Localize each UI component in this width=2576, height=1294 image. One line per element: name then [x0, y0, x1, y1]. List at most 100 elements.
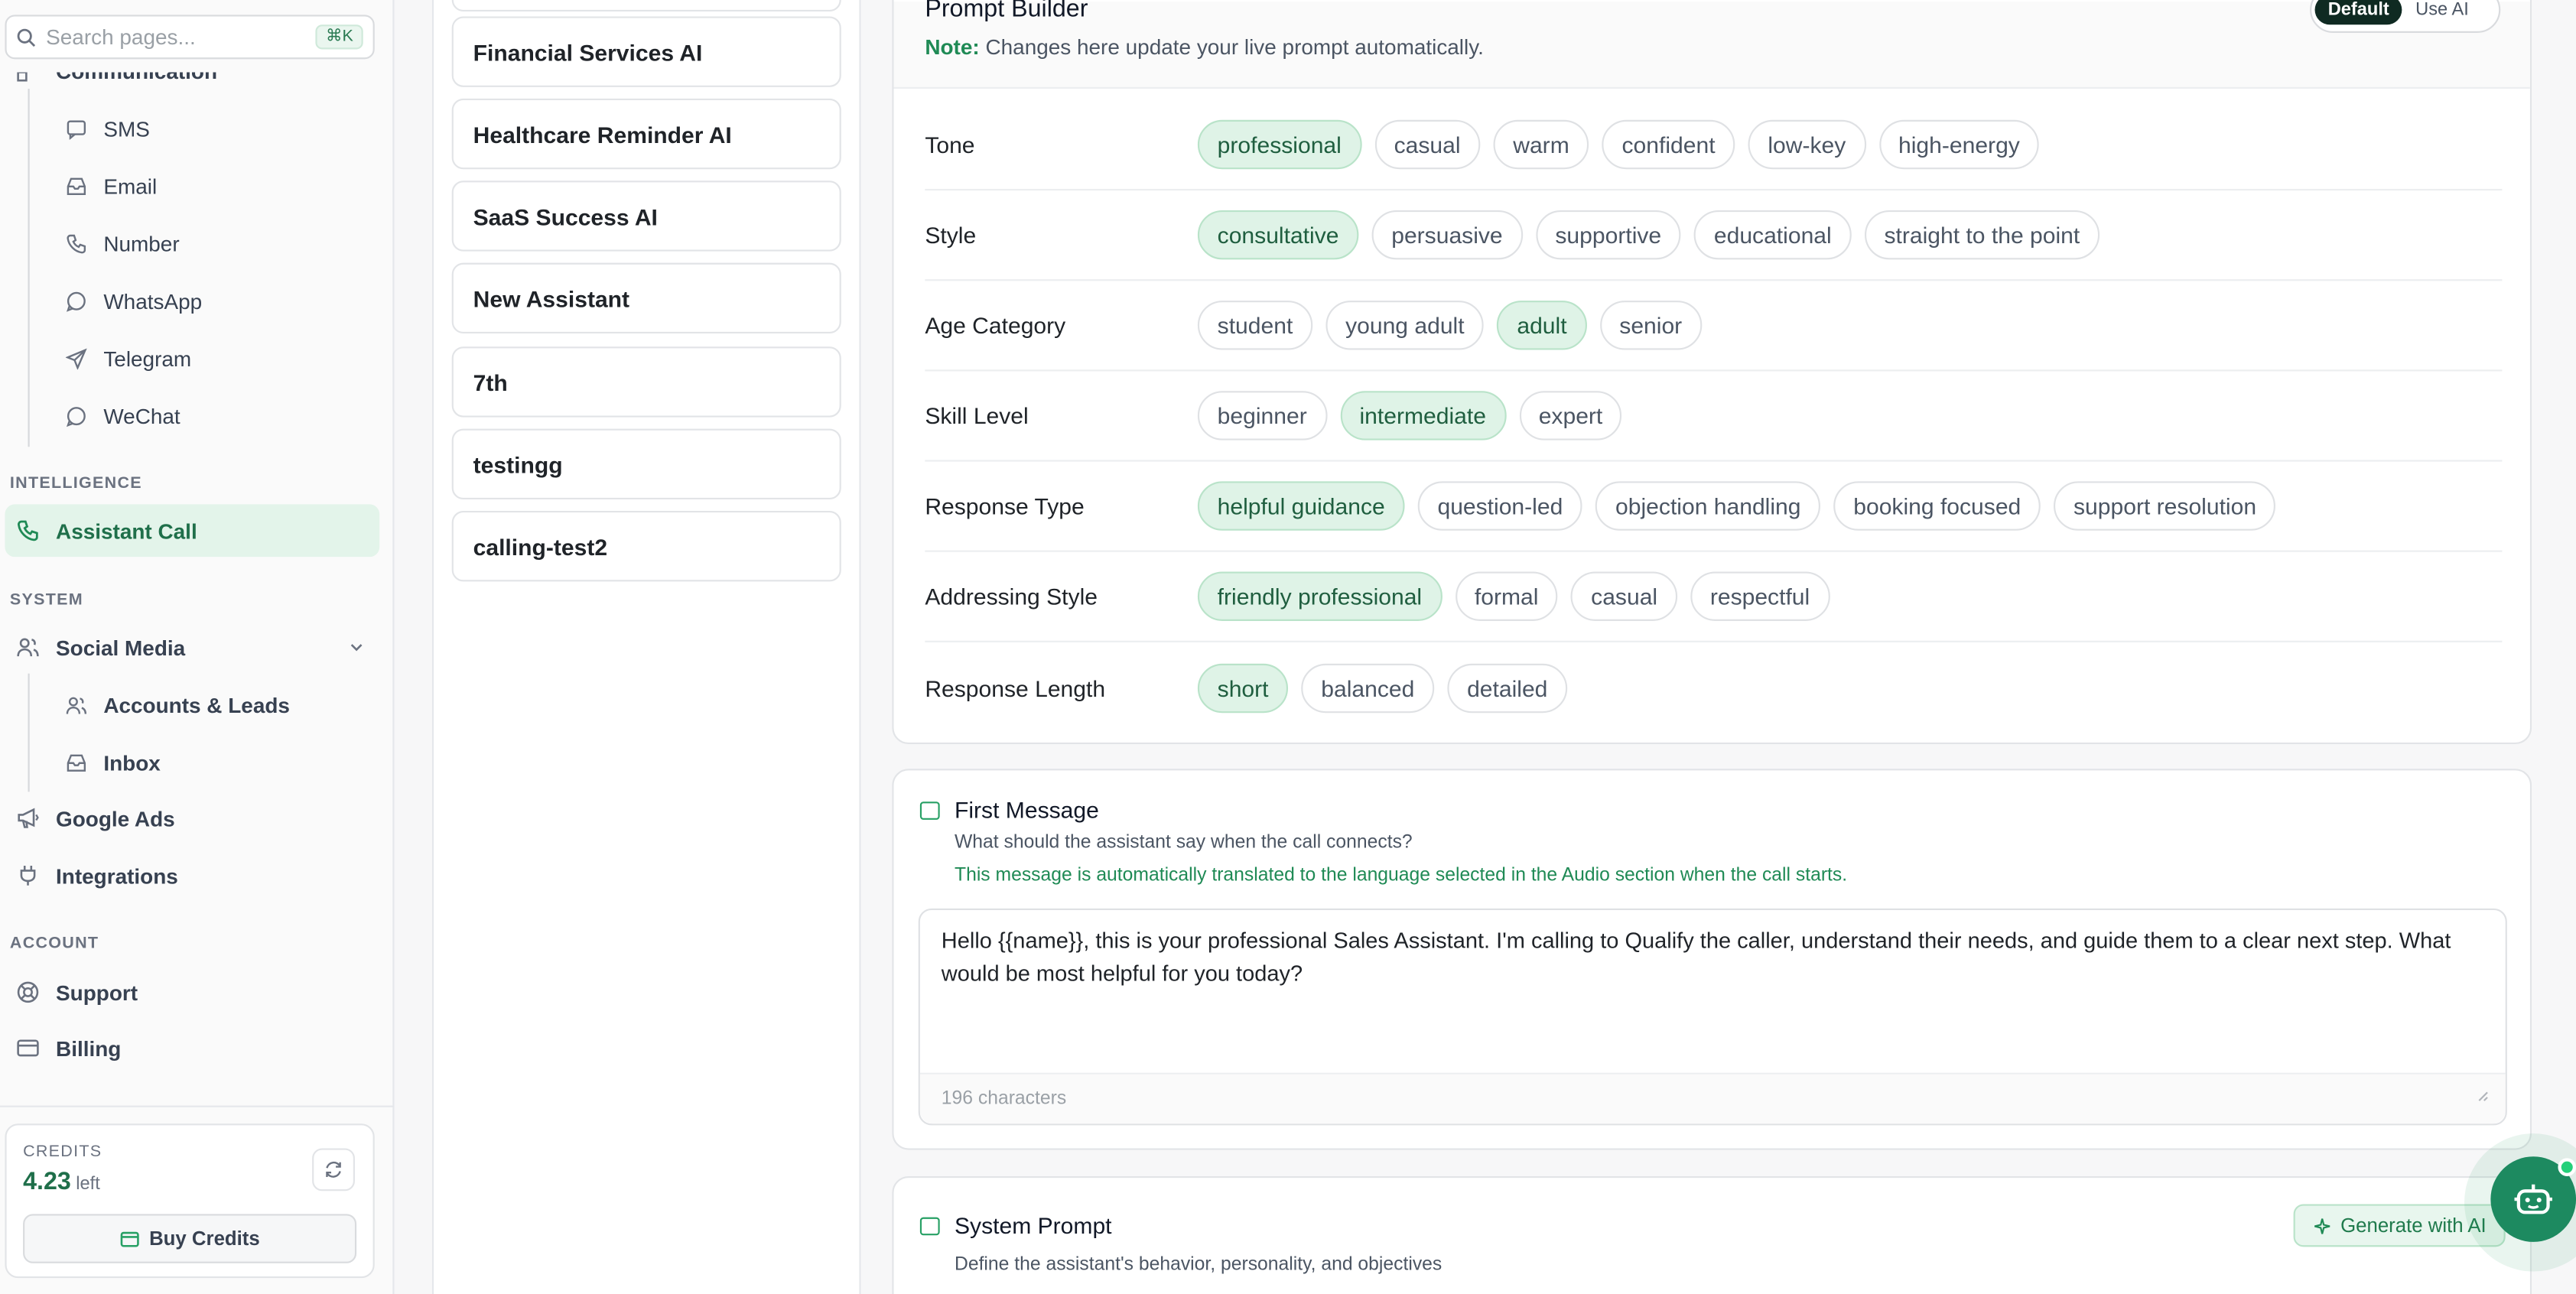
message-icon [919, 801, 940, 820]
option-chip[interactable]: supportive [1535, 210, 1681, 260]
prompt-builder-header: Prompt Builder Note: Changes here update… [893, 0, 2530, 89]
sidebar-item-sms[interactable]: SMS [66, 103, 150, 152]
users-icon [66, 694, 87, 716]
option-chip[interactable]: adult [1497, 301, 1587, 350]
search-input[interactable]: Search pages... ⌘K [5, 15, 375, 60]
option-chip[interactable]: support resolution [2054, 481, 2276, 531]
sidebar-item-label: Billing [56, 1036, 122, 1061]
option-chip[interactable]: respectful [1690, 571, 1830, 621]
option-chips: student young adult adult senior [1197, 301, 1702, 350]
sidebar-item-label: Assistant Call [56, 518, 197, 543]
option-chip[interactable]: professional [1197, 119, 1361, 170]
sidebar-item-wechat[interactable]: WeChat [66, 391, 181, 440]
credits-suffix: left [76, 1174, 100, 1195]
refresh-icon [324, 1159, 343, 1179]
section-label-system: SYSTEM [9, 591, 83, 610]
option-chip[interactable]: low-key [1748, 119, 1866, 170]
assistant-card[interactable]: SaaS Success AI [451, 180, 841, 252]
character-count: 196 characters [919, 1072, 2506, 1124]
sidebar-item-label: Number [103, 230, 180, 256]
refresh-button[interactable] [312, 1148, 355, 1192]
option-chip[interactable]: formal [1455, 571, 1559, 621]
option-chip[interactable]: senior [1599, 301, 1702, 350]
sidebar-item-telegram[interactable]: Telegram [65, 333, 191, 382]
megaphone-icon [16, 807, 39, 830]
credits-amount: 4.23 [23, 1168, 71, 1196]
resize-handle-icon[interactable] [2477, 1091, 2489, 1102]
option-chip[interactable]: friendly professional [1197, 571, 1442, 621]
sidebar-item-assistant-call[interactable]: Assistant Call [16, 506, 197, 555]
sidebar-item-integrations[interactable]: Integrations [16, 851, 178, 900]
first-message-panel: First Message What should the assistant … [892, 769, 2532, 1150]
sidebar-item-social-media[interactable]: Social Media [16, 623, 364, 671]
first-message-textarea[interactable]: Hello {{name}}, this is your professiona… [918, 908, 2507, 1126]
option-chip[interactable]: booking focused [1833, 481, 2041, 531]
sidebar-item-inbox[interactable]: Inbox [66, 737, 161, 786]
mode-use-ai-button[interactable]: Use AI [2402, 0, 2482, 24]
first-message-note: This message is automatically translated… [954, 865, 1848, 886]
option-chip[interactable]: young adult [1325, 301, 1485, 350]
option-chip[interactable]: warm [1493, 119, 1589, 170]
option-chip[interactable]: casual [1571, 571, 1677, 621]
sidebar-item-whatsapp[interactable]: WhatsApp [66, 276, 202, 325]
chat-icon [66, 118, 87, 139]
option-chip[interactable]: student [1197, 301, 1313, 350]
sidebar-item-label: Social Media [56, 635, 186, 660]
sidebar-item-email[interactable]: Email [66, 161, 157, 210]
note-text: Changes here update your live prompt aut… [985, 34, 1484, 60]
option-chip[interactable]: confident [1602, 119, 1735, 170]
prompt-row: Style consultative persuasive supportive edu… [925, 190, 2503, 281]
chat-bubble-icon [66, 290, 87, 311]
chevron-down-icon[interactable] [348, 639, 364, 655]
option-chip[interactable]: beginner [1197, 391, 1327, 441]
assistant-card[interactable]: Healthcare Reminder AI [451, 98, 841, 170]
mode-default-button[interactable]: Default [2314, 0, 2402, 25]
option-chip[interactable]: balanced [1301, 662, 1435, 713]
assistant-card[interactable]: testingg [451, 428, 841, 499]
divider [0, 1105, 395, 1107]
option-chip[interactable]: question-led [1417, 481, 1583, 531]
note-label: Note: [925, 34, 980, 60]
option-chip[interactable]: intermediate [1339, 391, 1506, 441]
option-chips: friendly professional formal casual respect… [1197, 571, 1830, 621]
buy-credits-label: Buy Credits [149, 1227, 260, 1250]
option-chip[interactable]: objection handling [1595, 481, 1821, 531]
inbox-icon [66, 175, 87, 197]
buy-credits-button[interactable]: Buy Credits [23, 1214, 357, 1263]
option-chip[interactable]: consultative [1197, 210, 1359, 260]
sidebar-item-label: WhatsApp [103, 288, 203, 314]
option-chip[interactable]: educational [1694, 210, 1852, 260]
sparkles-icon [2313, 1217, 2331, 1235]
sidebar-item-support[interactable]: Support [16, 967, 138, 1016]
sidebar-item-billing[interactable]: Billing [16, 1023, 121, 1072]
assistant-card[interactable]: calling-test2 [451, 511, 841, 582]
sidebar-item-accounts-leads[interactable]: Accounts & Leads [66, 680, 290, 729]
tree-line [28, 88, 30, 447]
assistant-card[interactable]: Financial Services AI [451, 16, 841, 87]
assistant-card[interactable]: 7th [451, 346, 841, 418]
option-chip[interactable]: casual [1374, 119, 1481, 170]
plug-icon [16, 864, 39, 887]
option-chip[interactable]: short [1197, 662, 1289, 713]
prompt-row-label: Style [925, 221, 977, 249]
phone-icon [66, 232, 87, 254]
option-chip[interactable]: expert [1518, 391, 1623, 441]
search-icon [16, 27, 36, 47]
sidebar-item-google-ads[interactable]: Google Ads [16, 793, 175, 842]
sidebar: Search pages... ⌘K Communication SMS Ema… [0, 0, 395, 1294]
wallet-icon [119, 1229, 139, 1249]
first-message-subtitle: What should the assistant say when the c… [954, 833, 1413, 853]
sidebar-item-label: Support [56, 980, 138, 1005]
option-chip[interactable]: high-energy [1878, 119, 2040, 170]
option-chip[interactable]: detailed [1447, 662, 1568, 713]
send-icon [65, 347, 87, 369]
sidebar-item-number[interactable]: Number [66, 219, 180, 268]
option-chips: short balanced detailed [1197, 662, 1568, 713]
search-placeholder: Search pages... [46, 24, 196, 50]
option-chip[interactable]: straight to the point [1864, 210, 2100, 260]
assistant-card[interactable]: New Assistant [451, 262, 841, 334]
option-chip[interactable]: helpful guidance [1197, 481, 1405, 531]
option-chip[interactable]: persuasive [1371, 210, 1523, 260]
assistant-card[interactable] [451, 0, 841, 12]
prompt-row: Addressing Style friendly professional for… [925, 552, 2503, 642]
